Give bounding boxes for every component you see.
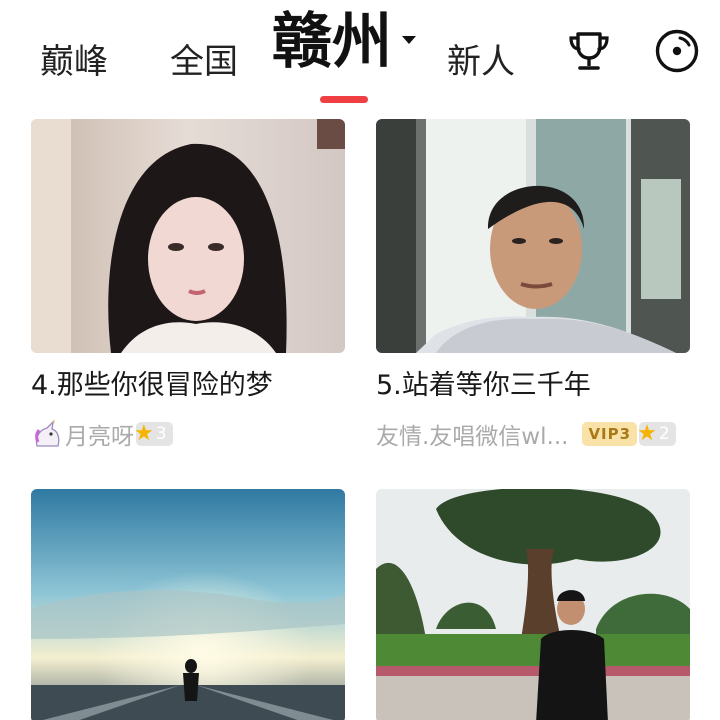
tab-peak[interactable]: 巅峰 — [40, 42, 108, 82]
level-number: 2 — [658, 424, 670, 444]
author-row: 月亮呀 ★ 3 — [31, 417, 345, 451]
author-row: 友情.友唱微信wl... VIP3 ★ 2 — [376, 417, 690, 451]
level-badge: ★ 3 — [134, 421, 173, 446]
active-tab-indicator — [320, 96, 368, 103]
song-title[interactable]: 5.站着等你三千年 — [376, 369, 591, 403]
cover-photo[interactable] — [31, 119, 345, 353]
cover-photo[interactable] — [376, 489, 690, 720]
tab-country[interactable]: 全国 — [170, 42, 238, 82]
level-badge: ★ 2 — [637, 421, 676, 446]
star-icon: ★ — [134, 421, 154, 446]
unicorn-emoji-icon — [31, 418, 63, 450]
star-icon: ★ — [637, 421, 657, 446]
author-name[interactable]: 月亮呀 — [65, 417, 134, 451]
tab-newbie[interactable]: 新人 — [447, 42, 515, 82]
top-navigation: 巅峰 全国 赣州 新人 — [0, 0, 720, 110]
cover-photo[interactable] — [31, 489, 345, 720]
song-title[interactable]: 4.那些你很冒险的梦 — [31, 369, 273, 403]
cover-photo[interactable] — [376, 119, 690, 353]
level-number: 3 — [155, 424, 167, 444]
tab-city[interactable]: 赣州 — [272, 8, 392, 76]
record-disc-icon[interactable] — [654, 28, 700, 74]
caret-down-icon[interactable] — [402, 36, 416, 44]
vip-badge: VIP3 — [582, 422, 638, 446]
trophy-icon[interactable] — [566, 28, 612, 74]
author-name[interactable]: 友情.友唱微信wl... — [376, 417, 568, 451]
